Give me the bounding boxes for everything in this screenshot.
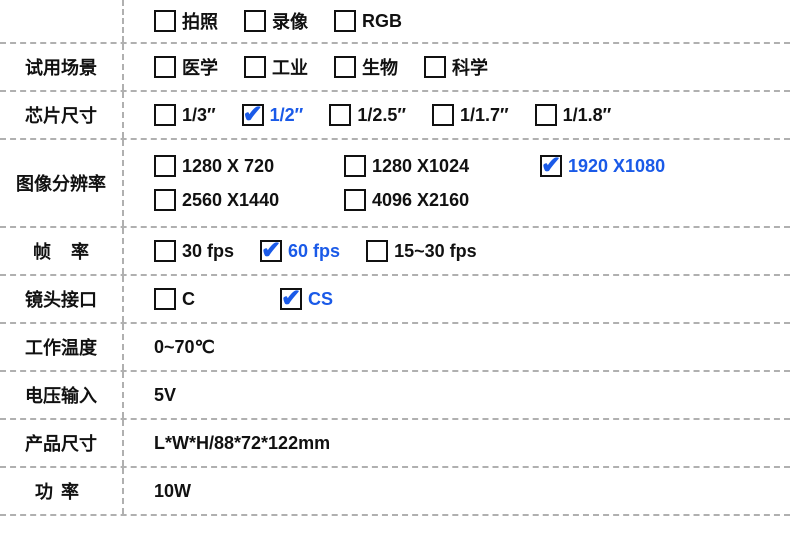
row-mode: 拍照 录像 RGB <box>0 0 790 42</box>
checkbox-icon <box>280 288 302 310</box>
content-temp: 0~70℃ <box>124 329 790 366</box>
opt-rgb[interactable]: RGB <box>334 10 402 32</box>
content-mount: C CS <box>124 280 790 318</box>
row-mount: 镜头接口 C CS <box>0 274 790 322</box>
checkbox-icon <box>260 240 282 262</box>
opt-res-720[interactable]: 1280 X 720 <box>154 155 318 177</box>
checkbox-icon <box>154 288 176 310</box>
row-power: 功率 10W <box>0 466 790 516</box>
row-fps: 帧率 30 fps 60 fps 15~30 fps <box>0 226 790 274</box>
label-dimensions: 产品尺寸 <box>0 420 124 466</box>
checkbox-icon <box>334 56 356 78</box>
row-resolution: 图像分辨率 1280 X 720 1280 X1024 1920 X1080 2… <box>0 138 790 226</box>
value-dimensions: L*W*H/88*72*122mm <box>154 433 330 454</box>
opt-biology[interactable]: 生物 <box>334 54 398 80</box>
opt-mount-cs[interactable]: CS <box>280 288 333 310</box>
checkbox-icon <box>154 10 176 32</box>
opt-medical[interactable]: 医学 <box>154 54 218 80</box>
checkbox-icon <box>244 56 266 78</box>
row-scenarios: 试用场景 医学 工业 生物 科学 <box>0 42 790 90</box>
checkbox-icon <box>154 104 176 126</box>
label-scenarios: 试用场景 <box>0 44 124 90</box>
checkbox-icon <box>154 189 176 211</box>
content-scenarios: 医学 工业 生物 科学 <box>124 46 790 88</box>
label-voltage: 电压输入 <box>0 372 124 418</box>
opt-chip-13[interactable]: 1/3″ <box>154 104 216 126</box>
opt-res-1080[interactable]: 1920 X1080 <box>540 155 665 177</box>
content-dimensions: L*W*H/88*72*122mm <box>124 425 790 462</box>
row-voltage: 电压输入 5V <box>0 370 790 418</box>
label-fps: 帧率 <box>0 228 124 274</box>
checkbox-icon <box>244 10 266 32</box>
checkbox-icon <box>154 240 176 262</box>
value-temp: 0~70℃ <box>154 337 215 358</box>
checkbox-icon <box>334 10 356 32</box>
opt-video[interactable]: 录像 <box>244 8 308 34</box>
checkbox-icon <box>154 56 176 78</box>
opt-res-2160[interactable]: 4096 X2160 <box>344 189 469 211</box>
content-fps: 30 fps 60 fps 15~30 fps <box>124 232 790 270</box>
value-voltage: 5V <box>154 385 176 406</box>
checkbox-icon <box>424 56 446 78</box>
opt-science[interactable]: 科学 <box>424 54 488 80</box>
label-chipsize: 芯片尺寸 <box>0 92 124 138</box>
opt-photo[interactable]: 拍照 <box>154 8 218 34</box>
content-resolution: 1280 X 720 1280 X1024 1920 X1080 2560 X1… <box>124 147 790 219</box>
opt-fps-60[interactable]: 60 fps <box>260 240 340 262</box>
spec-table: 拍照 录像 RGB 试用场景 医学 工业 生物 科学 芯片尺寸 1/3″ 1/2… <box>0 0 790 516</box>
opt-chip-118[interactable]: 1/1.8″ <box>535 104 612 126</box>
checkbox-icon <box>329 104 351 126</box>
opt-chip-12[interactable]: 1/2″ <box>242 104 304 126</box>
opt-chip-125[interactable]: 1/2.5″ <box>329 104 406 126</box>
label-resolution: 图像分辨率 <box>0 140 124 226</box>
opt-res-1440[interactable]: 2560 X1440 <box>154 189 318 211</box>
label-mode <box>0 0 124 42</box>
label-temp: 工作温度 <box>0 324 124 370</box>
content-voltage: 5V <box>124 377 790 414</box>
content-power: 10W <box>124 473 790 510</box>
opt-industrial[interactable]: 工业 <box>244 54 308 80</box>
opt-fps-1530[interactable]: 15~30 fps <box>366 240 477 262</box>
checkbox-icon <box>432 104 454 126</box>
content-chipsize: 1/3″ 1/2″ 1/2.5″ 1/1.7″ 1/1.8″ <box>124 96 790 134</box>
label-power: 功率 <box>0 468 124 514</box>
row-dimensions: 产品尺寸 L*W*H/88*72*122mm <box>0 418 790 466</box>
opt-res-1024[interactable]: 1280 X1024 <box>344 155 514 177</box>
checkbox-icon <box>242 104 264 126</box>
opt-mount-c[interactable]: C <box>154 288 254 310</box>
label-mount: 镜头接口 <box>0 276 124 322</box>
row-temp: 工作温度 0~70℃ <box>0 322 790 370</box>
checkbox-icon <box>366 240 388 262</box>
row-chipsize: 芯片尺寸 1/3″ 1/2″ 1/2.5″ 1/1.7″ 1/1.8″ <box>0 90 790 138</box>
value-power: 10W <box>154 481 191 502</box>
opt-chip-117[interactable]: 1/1.7″ <box>432 104 509 126</box>
opt-fps-30[interactable]: 30 fps <box>154 240 234 262</box>
checkbox-icon <box>535 104 557 126</box>
checkbox-icon <box>344 189 366 211</box>
checkbox-icon <box>540 155 562 177</box>
checkbox-icon <box>154 155 176 177</box>
checkbox-icon <box>344 155 366 177</box>
content-mode: 拍照 录像 RGB <box>124 0 790 42</box>
